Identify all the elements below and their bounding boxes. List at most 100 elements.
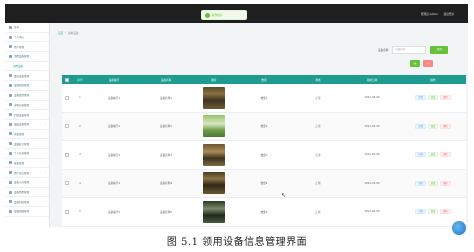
menu-icon	[9, 190, 12, 194]
borrow-date: 2021-05-09	[364, 153, 380, 157]
sidebar-item[interactable]: 采购记录管理 ›	[5, 101, 49, 111]
edit-button[interactable]: 修改	[427, 95, 439, 101]
menu-icon	[9, 93, 12, 97]
figure-caption: 图 5.1 领用设备信息管理界面	[166, 237, 308, 248]
batch-delete-button[interactable]: -	[423, 60, 433, 67]
row-checkbox[interactable]	[65, 95, 69, 100]
sidebar-item[interactable]: 用户管理 ›	[5, 42, 49, 53]
menu-icon	[9, 200, 12, 204]
sidebar-item[interactable]: 设备调拨管理 ›	[5, 207, 49, 217]
search-input[interactable]: 设备名称	[392, 46, 427, 54]
row-checkbox[interactable]	[65, 124, 69, 129]
sidebar-item[interactable]: 归还设备管理 ›	[5, 110, 49, 120]
detail-button[interactable]: 详情	[415, 123, 426, 129]
delete-button[interactable]: 删除	[440, 180, 451, 186]
search-button[interactable]: 查询	[430, 46, 449, 54]
column-header: 操作	[430, 78, 436, 82]
sidebar-item[interactable]: 设备统计管理 ›	[5, 139, 49, 149]
sidebar-item-label: 个人中心	[14, 36, 25, 40]
delete-button[interactable]: 删除	[440, 95, 451, 101]
sidebar-item[interactable]: 设备入库管理 ›	[5, 178, 49, 188]
edit-button[interactable]: 修改	[427, 152, 439, 158]
row-checkbox[interactable]	[65, 209, 69, 214]
row-index: 2	[79, 124, 81, 128]
menu-icon	[9, 103, 12, 107]
delete-button[interactable]: 删除	[440, 209, 451, 215]
sidebar-item[interactable]: 用户日志管理 ›	[5, 168, 49, 178]
menu-icon	[9, 132, 12, 136]
edit-button[interactable]: 修改	[427, 180, 439, 186]
mouse-cursor-icon: ↖	[281, 192, 287, 199]
select-all-checkbox[interactable]	[65, 77, 69, 82]
menu-icon	[9, 54, 12, 58]
borrow-date: 2021-05-09	[364, 96, 380, 100]
sidebar-item-label: 报表管理	[14, 161, 25, 165]
delete-button[interactable]: 删除	[440, 152, 451, 158]
sidebar-item[interactable]: 报表管理 ›	[5, 159, 49, 169]
sidebar-item[interactable]: 设备类型管理 ›	[5, 91, 49, 101]
detail-button[interactable]: 详情	[415, 152, 426, 158]
sidebar-item-label: 设备统计管理	[14, 142, 30, 146]
quantity: 数量3	[260, 153, 268, 157]
sidebar-item-label: 设备调拨管理	[14, 210, 30, 214]
sidebar-item[interactable]: 系统管理 ›	[5, 130, 49, 140]
device-photo[interactable]	[203, 200, 225, 223]
quantity: 数量4	[260, 182, 268, 186]
quantity: 数量5	[260, 210, 268, 214]
sidebar-item[interactable]: 个人信息管理 ›	[5, 149, 49, 159]
chevron-right-icon: ›	[45, 45, 46, 49]
table-header: 序号 设备编号 设备名称 图片 数量 状态 领用日期 操作	[62, 75, 466, 84]
delete-button[interactable]: 删除	[440, 123, 451, 129]
table-row: 2 设备编号2 设备名称2 数量2 正常 2021-05-09 详情 修改 删除	[62, 112, 466, 141]
chevron-right-icon: ›	[45, 151, 46, 155]
detail-button[interactable]: 详情	[415, 95, 426, 101]
device-photo[interactable]	[203, 115, 225, 138]
menu-icon	[9, 83, 12, 87]
detail-button[interactable]: 详情	[415, 209, 426, 215]
sidebar-item[interactable]: 个人中心 ›	[5, 33, 49, 43]
sidebar-item-label: 维修设备管理	[14, 74, 30, 78]
column-header: 领用日期	[366, 78, 378, 82]
column-header: 图片	[211, 78, 217, 82]
edit-button[interactable]: 修改	[427, 123, 439, 129]
breadcrumb-home[interactable]: 首页	[58, 31, 63, 35]
sidebar-item[interactable]: 报废设备管理 ›	[5, 120, 49, 130]
chevron-right-icon: ›	[45, 54, 46, 58]
add-button[interactable]: +	[410, 60, 420, 67]
device-photo[interactable]	[203, 143, 225, 166]
row-checkbox[interactable]	[65, 181, 69, 186]
device-code: 设备编号1	[107, 96, 121, 100]
sidebar-item[interactable]: 维修设备管理 ›	[5, 71, 49, 82]
device-photo[interactable]	[203, 86, 225, 109]
device-code: 设备编号4	[107, 182, 121, 186]
column-header: 设备编号	[108, 78, 120, 82]
sidebar-item-label: 用户日志管理	[14, 171, 30, 175]
chevron-right-icon: ›	[45, 83, 46, 87]
sidebar-item-label: 报废设备管理	[14, 123, 30, 127]
device-name: 设备名称3	[159, 153, 173, 157]
row-index: 1	[79, 96, 81, 100]
success-toast: 操作成功	[201, 10, 247, 20]
column-header	[62, 77, 72, 82]
sidebar-item-label: 设备档案管理	[14, 84, 30, 88]
sidebar-item[interactable]: 设备借用管理 ›	[5, 188, 49, 198]
edit-button[interactable]: 修改	[427, 209, 439, 215]
breadcrumb-current: 领用设备	[68, 32, 79, 35]
quantity: 数量1	[260, 96, 268, 100]
sidebar-item[interactable]: 领用设备	[5, 62, 49, 72]
column-header: 设备名称	[160, 78, 172, 82]
row-index: 3	[79, 153, 81, 157]
sidebar-item[interactable]: 领用设备管理 ›	[5, 52, 49, 62]
success-icon	[205, 12, 210, 18]
image-cell	[192, 200, 236, 223]
sidebar-item[interactable]: 首页 ›	[5, 23, 49, 33]
menu-icon	[9, 171, 12, 175]
detail-button[interactable]: 详情	[415, 180, 426, 186]
row-checkbox[interactable]	[65, 152, 69, 157]
table-row: 3 设备编号3 设备名称3 数量3 正常 2021-05-09 详情 修改 删除	[62, 141, 466, 170]
logout-link[interactable]: 退出登录	[444, 12, 454, 16]
sidebar-item[interactable]: 设备归还管理 ›	[5, 197, 49, 208]
sidebar-item[interactable]: 设备档案管理 ›	[5, 81, 49, 91]
chevron-right-icon: ›	[45, 122, 46, 126]
device-photo[interactable]	[203, 172, 225, 195]
